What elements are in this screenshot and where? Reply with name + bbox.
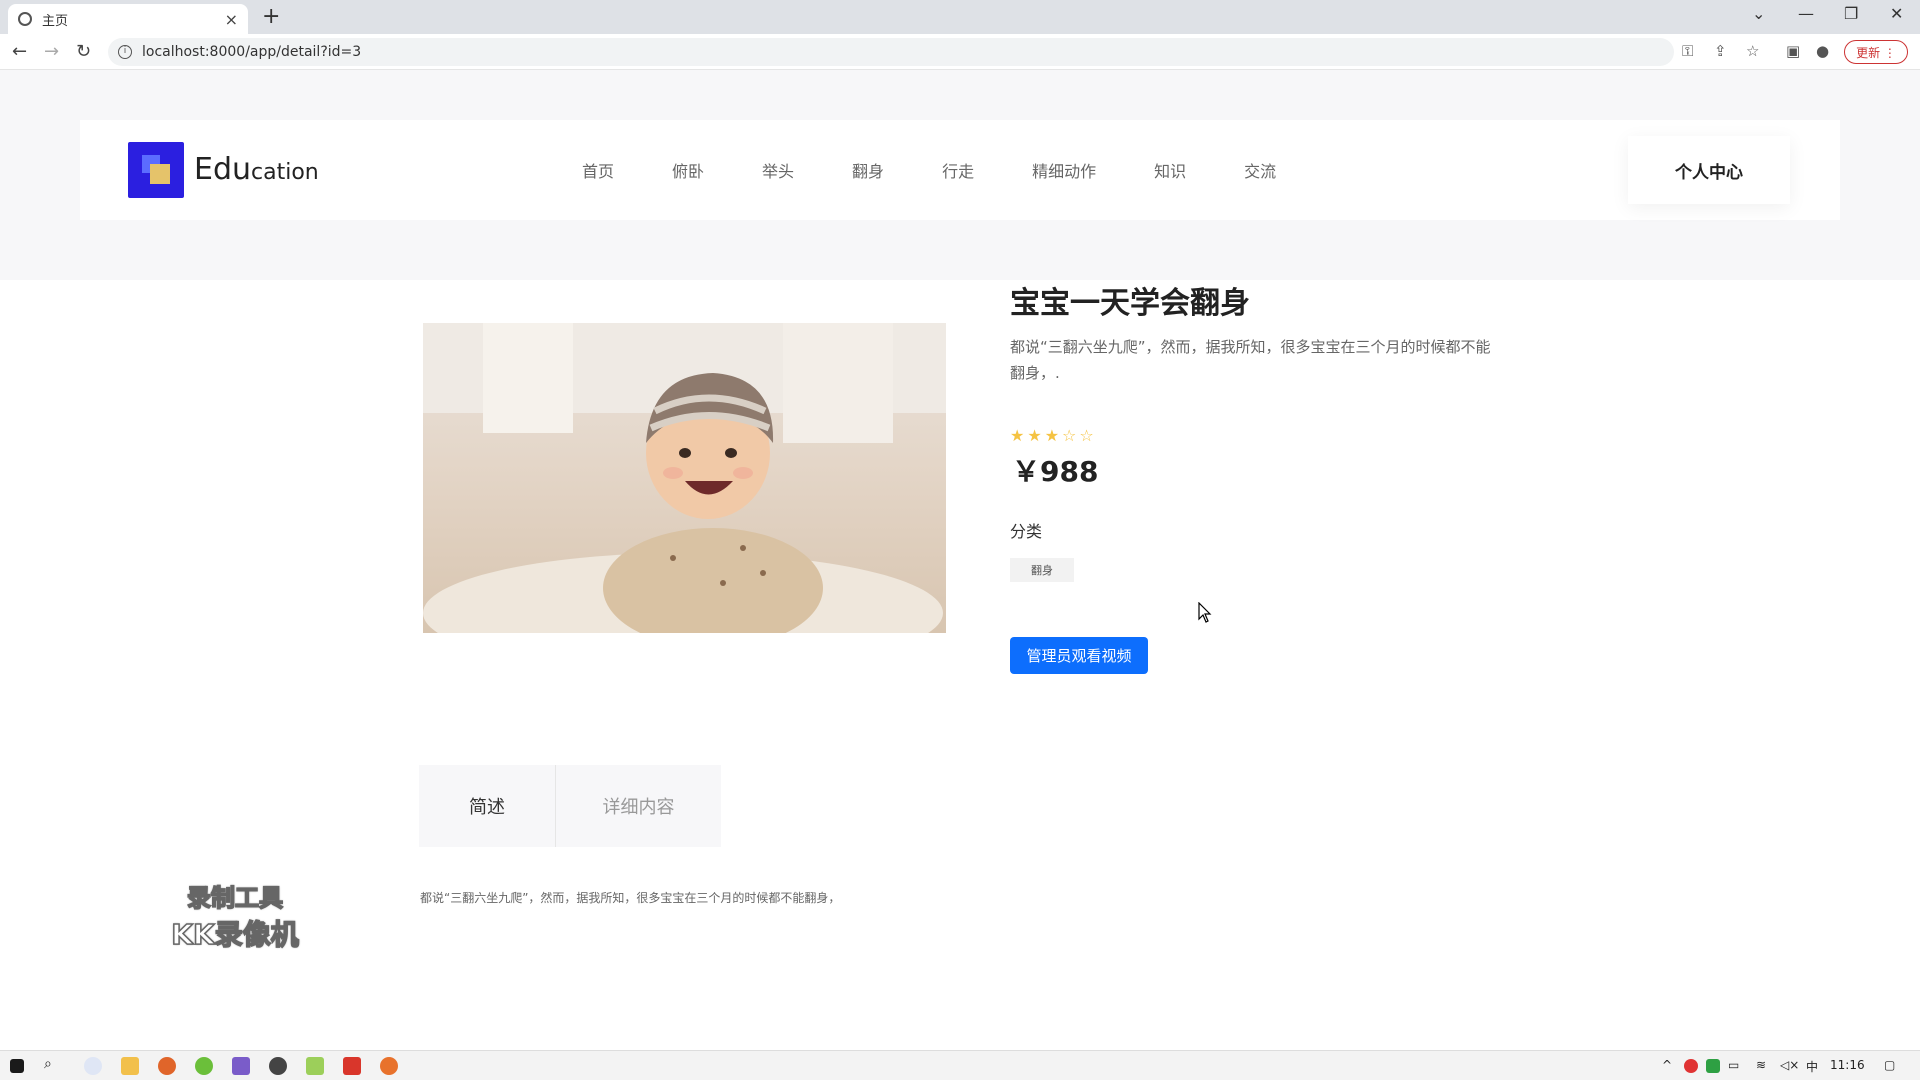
recorder-icon[interactable] [380,1057,398,1075]
nav-item-head-lift[interactable]: 举头 [762,158,794,182]
product-image [423,323,946,633]
taskbar: ⌕ ^ ▭ ≋ ◁× 中 11:16 ▢ [0,1050,1920,1080]
back-icon[interactable]: ← [12,41,27,62]
file-explorer-icon[interactable] [121,1057,139,1075]
admin-watch-video-button[interactable]: 管理员观看视频 [1010,637,1148,674]
star-empty-icon: ☆ [1079,426,1094,445]
close-tab-icon[interactable]: × [225,10,238,29]
recorder-watermark: 录制工具 KK录像机 [171,883,300,952]
tray-app-icon[interactable] [1684,1059,1698,1073]
restore-icon[interactable]: ❐ [1844,4,1858,23]
volume-muted-icon[interactable]: ◁× [1780,1058,1799,1072]
nav-item-roll-over[interactable]: 翻身 [852,158,884,182]
update-button[interactable]: 更新 ⋮ [1844,40,1908,64]
tab-summary[interactable]: 简述 [419,765,555,847]
wps-icon[interactable] [343,1057,361,1075]
product-price: ￥988 [1012,455,1099,488]
tab-title: 主页 [42,13,69,29]
nav-item-home[interactable]: 首页 [582,158,614,182]
tray-green-icon[interactable] [1706,1059,1720,1073]
tab-content-text: 都说“三翻六坐九爬”，然而，据我所知，很多宝宝在三个月的时候都不能翻身， [420,891,841,905]
app-green-icon[interactable] [195,1057,213,1075]
star-empty-icon: ☆ [1062,426,1077,445]
notification-icon[interactable]: ▢ [1884,1058,1895,1072]
site-info-icon[interactable]: i [118,45,132,59]
browser-tab[interactable]: 主页 × [8,4,248,34]
category-tag[interactable]: 翻身 [1010,558,1074,582]
app-search-icon[interactable] [158,1057,176,1075]
reload-icon[interactable]: ↻ [76,41,91,62]
clock[interactable]: 11:16 [1830,1058,1865,1072]
profile-avatar-icon[interactable]: ● [1816,42,1829,60]
close-window-icon[interactable]: ✕ [1890,4,1903,23]
main-nav: 首页 俯卧 举头 翻身 行走 精细动作 知识 交流 [582,158,1334,182]
mouse-cursor-icon [1198,602,1212,623]
wifi-icon[interactable]: ≋ [1756,1058,1766,1072]
notepad-icon[interactable] [306,1057,324,1075]
search-icon[interactable]: ⌕ [44,1056,52,1072]
ime-indicator[interactable]: 中 [1806,1058,1818,1075]
tray-chevron-icon[interactable]: ^ [1662,1058,1672,1072]
windows-start-icon[interactable] [10,1059,24,1073]
logo-text[interactable]: Education [194,152,319,187]
app-photos-icon[interactable] [232,1057,250,1075]
content-tabs: 简述 详细内容 [419,765,721,847]
browser-tabbar: 主页 × + ⌄ — ❐ ✕ [0,0,1920,34]
nav-item-community[interactable]: 交流 [1244,158,1276,182]
chrome-icon[interactable] [84,1057,102,1075]
nav-item-prone[interactable]: 俯卧 [672,158,704,182]
tab-search-icon[interactable]: ⌄ [1752,4,1765,23]
browser-toolbar: ← → ↻ i localhost:8000/app/detail?id=3 ⚿… [0,34,1920,70]
tab-details[interactable]: 详细内容 [555,765,721,847]
rating-stars: ★ ★ ★ ☆ ☆ [1010,426,1094,445]
nav-item-knowledge[interactable]: 知识 [1154,158,1186,182]
key-icon[interactable]: ⚿ [1682,42,1693,60]
address-bar[interactable]: i localhost:8000/app/detail?id=3 [108,38,1674,66]
bookmark-star-icon[interactable]: ☆ [1746,42,1759,60]
site-header: Education 首页 俯卧 举头 翻身 行走 精细动作 知识 交流 [80,120,1840,220]
settings-icon[interactable] [269,1057,287,1075]
star-filled-icon: ★ [1027,426,1042,445]
star-filled-icon: ★ [1010,426,1025,445]
category-label: 分类 [1010,522,1043,541]
product-description: 都说“三翻六坐九爬”，然而，据我所知，很多宝宝在三个月的时候都不能翻身，. [1010,338,1491,382]
battery-icon[interactable]: ▭ [1728,1058,1739,1072]
minimize-icon[interactable]: — [1798,4,1814,23]
globe-icon [18,12,32,26]
star-filled-icon: ★ [1044,426,1060,445]
logo-icon[interactable] [128,142,184,198]
product-title: 宝宝一天学会翻身 [1010,286,1250,321]
new-tab-button[interactable]: + [262,4,280,29]
share-icon[interactable]: ⇪ [1714,42,1727,60]
nav-item-fine-motor[interactable]: 精细动作 [1032,158,1096,182]
nav-item-walking[interactable]: 行走 [942,158,974,182]
profile-button[interactable]: 个人中心 [1628,136,1790,204]
url-text: localhost:8000/app/detail?id=3 [142,44,362,60]
forward-icon[interactable]: → [44,41,59,62]
side-panel-icon[interactable]: ▣ [1786,42,1800,60]
